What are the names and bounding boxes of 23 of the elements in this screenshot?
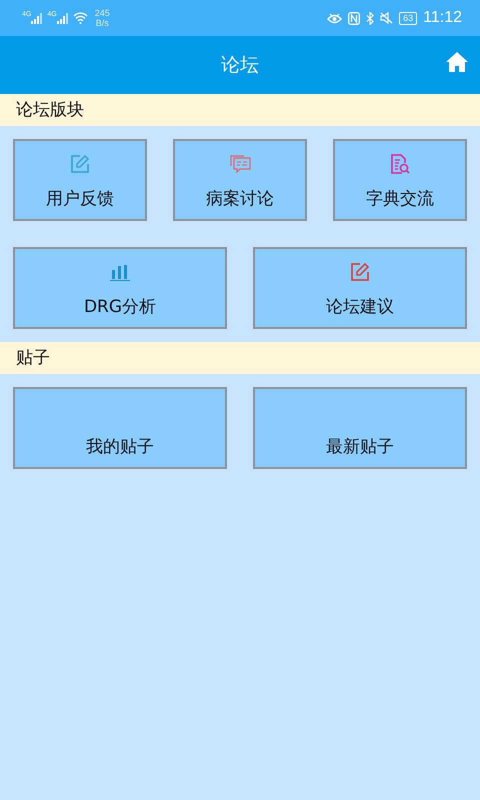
section-header: 贴子 — [0, 342, 480, 374]
signal-icon — [31, 12, 44, 24]
speed-unit: B/s — [96, 18, 109, 28]
eye-icon — [327, 12, 342, 24]
section-header: 论坛版块 — [0, 94, 480, 126]
clock: 11:12 — [423, 9, 462, 27]
forum-tile[interactable]: 我的贴子 — [13, 387, 227, 469]
home-button[interactable] — [444, 50, 470, 74]
wifi-icon — [72, 12, 88, 24]
forum-tile[interactable]: 用户反馈 — [13, 139, 147, 221]
forum-tile[interactable]: 病案讨论 — [173, 139, 307, 221]
forum-tile[interactable]: 论坛建议 — [253, 247, 467, 329]
mute-icon — [380, 12, 394, 24]
forum-tile[interactable]: 最新贴子 — [253, 387, 467, 469]
page-title: 论坛 — [221, 53, 259, 78]
bluetooth-icon — [366, 12, 374, 24]
speed-value: 245 — [94, 8, 110, 18]
signal-icon — [56, 12, 69, 24]
forum-tile[interactable]: 字典交流 — [333, 139, 467, 221]
battery-level: 63 — [399, 12, 418, 24]
nfc-icon — [348, 12, 360, 24]
forum-tile[interactable]: DRG分析 — [13, 247, 227, 329]
home-icon — [446, 52, 468, 72]
